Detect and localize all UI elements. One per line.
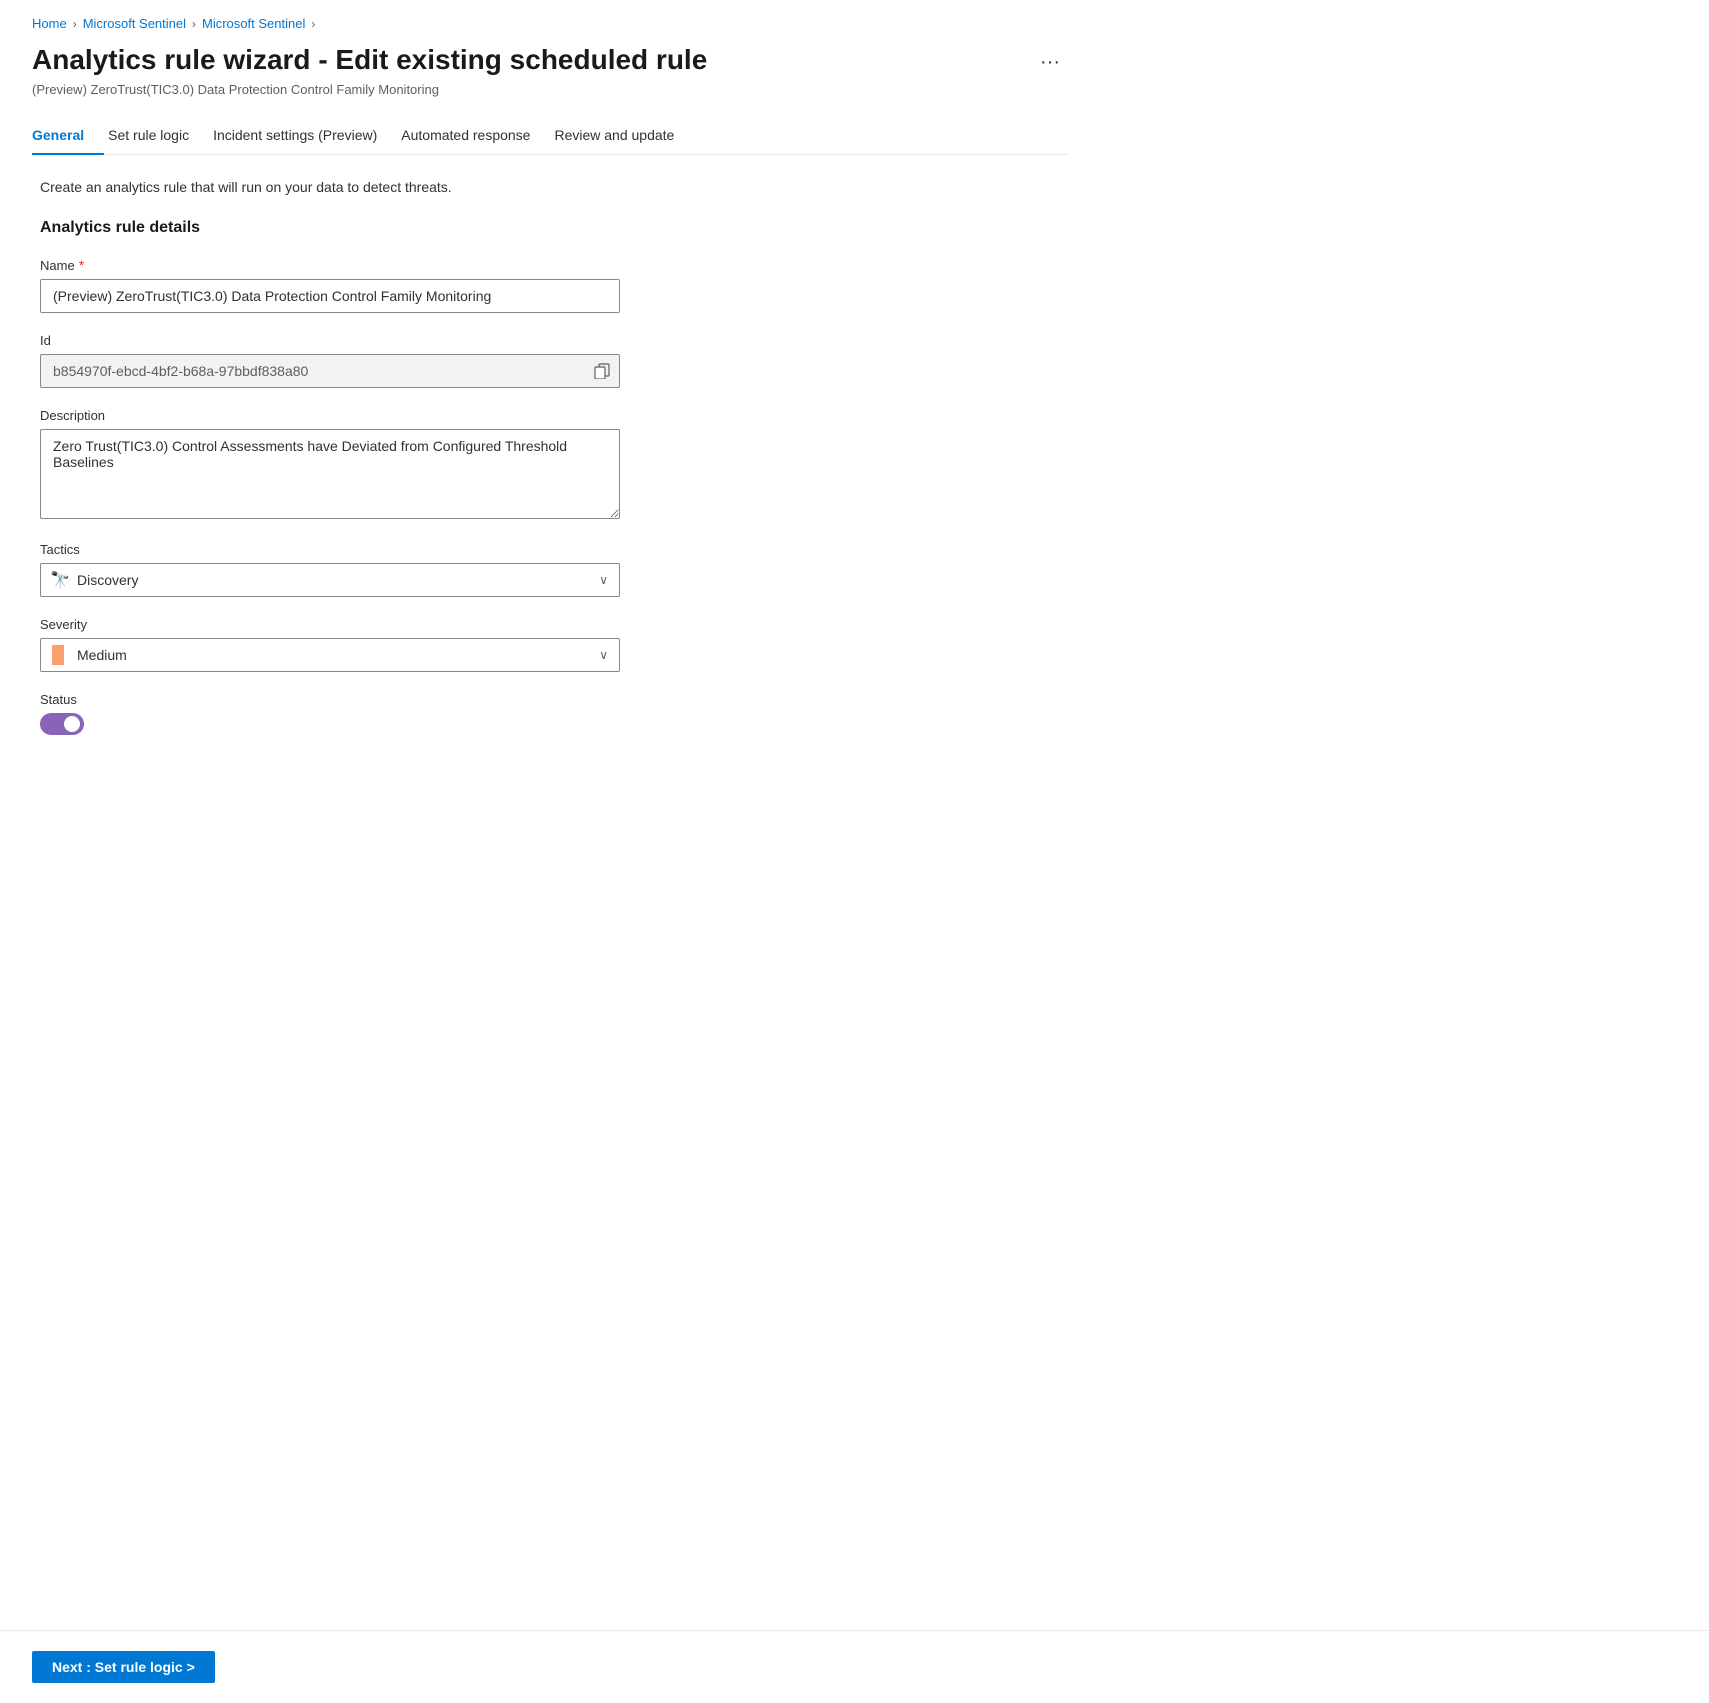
tab-general[interactable]: General [32, 117, 104, 155]
breadcrumb-sep-2: › [192, 17, 196, 31]
tab-set-rule-logic[interactable]: Set rule logic [104, 117, 209, 155]
name-input[interactable] [40, 279, 620, 313]
status-toggle[interactable] [40, 713, 84, 735]
status-toggle-area [40, 713, 1060, 735]
status-label: Status [40, 692, 1060, 707]
description-field: Description [40, 408, 1060, 522]
tabs-bar: General Set rule logic Incident settings… [32, 117, 1068, 155]
tactics-dropdown-wrapper: 🔭 Discovery Collection Command and Contr… [40, 563, 620, 597]
id-field: Id [40, 333, 1060, 388]
toggle-thumb [64, 716, 80, 732]
id-input-wrapper [40, 354, 620, 388]
page-header: Analytics rule wizard - Edit existing sc… [32, 43, 1068, 78]
status-field: Status [40, 692, 1060, 735]
content-area: Create an analytics rule that will run o… [32, 179, 1068, 735]
tactics-select[interactable]: Discovery Collection Command and Control… [40, 563, 620, 597]
section-title: Analytics rule details [40, 219, 1060, 237]
name-required-star: * [79, 257, 84, 273]
severity-select[interactable]: High Medium Low Informational [40, 638, 620, 672]
tactics-label: Tactics [40, 542, 1060, 557]
breadcrumb-home[interactable]: Home [32, 16, 67, 31]
breadcrumb: Home › Microsoft Sentinel › Microsoft Se… [32, 16, 1068, 31]
id-input [40, 354, 620, 388]
tab-incident-settings[interactable]: Incident settings (Preview) [209, 117, 397, 155]
description-label: Description [40, 408, 1060, 423]
tab-review-update[interactable]: Review and update [550, 117, 694, 155]
page-subtitle: (Preview) ZeroTrust(TIC3.0) Data Protect… [32, 82, 1068, 97]
severity-field: Severity High Medium Low Informational ∨ [40, 617, 1060, 672]
breadcrumb-sep-1: › [73, 17, 77, 31]
description-input[interactable] [40, 429, 620, 519]
page-title: Analytics rule wizard - Edit existing sc… [32, 43, 707, 77]
tactics-field: Tactics 🔭 Discovery Collection Command a… [40, 542, 1060, 597]
severity-label: Severity [40, 617, 1060, 632]
id-label: Id [40, 333, 1060, 348]
breadcrumb-sentinel-1[interactable]: Microsoft Sentinel [83, 16, 186, 31]
footer-bar: Next : Set rule logic > [0, 1630, 1709, 1703]
breadcrumb-sentinel-2[interactable]: Microsoft Sentinel [202, 16, 305, 31]
copy-id-button[interactable] [594, 363, 610, 379]
name-field: Name * [40, 257, 1060, 313]
tab-automated-response[interactable]: Automated response [397, 117, 550, 155]
name-label: Name * [40, 257, 1060, 273]
more-options-button[interactable]: ··· [1032, 47, 1068, 78]
severity-dropdown-wrapper: High Medium Low Informational ∨ [40, 638, 620, 672]
next-button[interactable]: Next : Set rule logic > [32, 1651, 215, 1683]
intro-text: Create an analytics rule that will run o… [40, 179, 1060, 195]
breadcrumb-sep-3: › [311, 17, 315, 31]
